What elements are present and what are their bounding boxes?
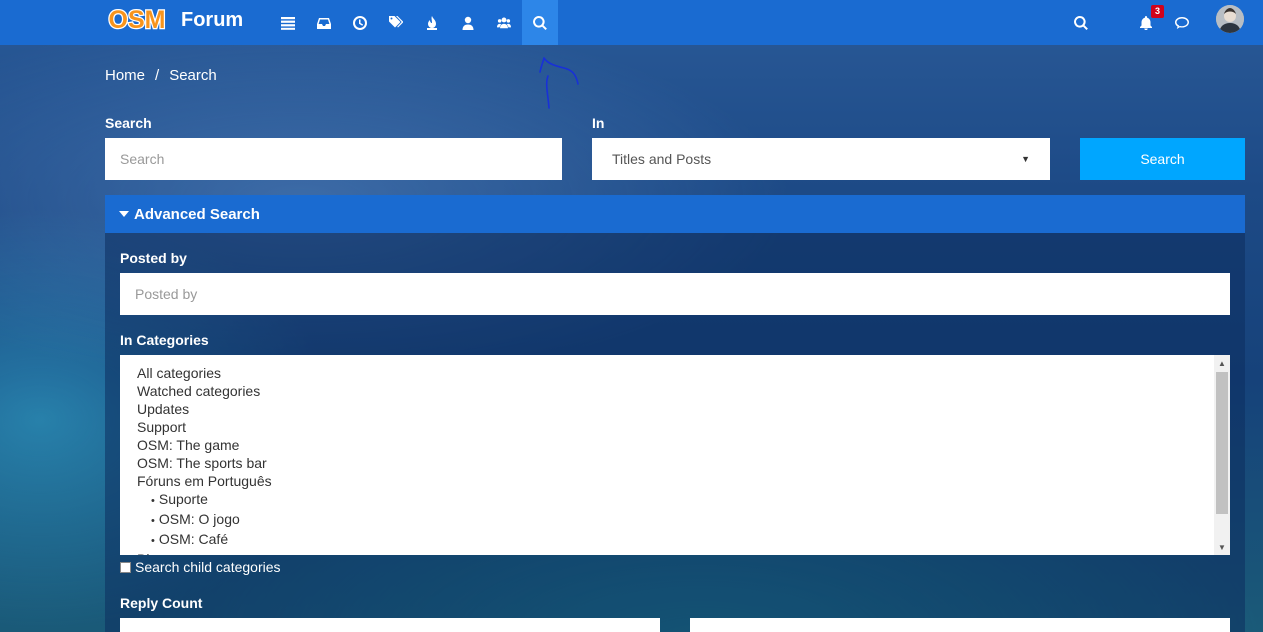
reply-count-filter-select[interactable] xyxy=(120,618,660,632)
categories-icon[interactable] xyxy=(270,0,306,45)
advanced-search-toggle[interactable]: Advanced Search xyxy=(105,195,1245,233)
categories-scrollbar[interactable]: ▲ ▼ xyxy=(1214,355,1230,555)
search-child-checkbox[interactable] xyxy=(120,561,131,573)
category-option[interactable]: OSM: The sports bar xyxy=(137,454,1230,472)
user-avatar[interactable] xyxy=(1216,5,1244,33)
users-icon[interactable] xyxy=(450,0,486,45)
search-label: Search xyxy=(105,115,152,131)
popular-icon[interactable] xyxy=(414,0,450,45)
annotation-scribble-icon xyxy=(539,57,579,109)
search-button[interactable]: Search xyxy=(1080,138,1245,180)
posted-by-label: Posted by xyxy=(120,250,187,266)
category-option[interactable]: All categories xyxy=(137,364,1230,382)
search-input[interactable] xyxy=(105,138,562,180)
avatar-image xyxy=(1216,5,1244,33)
category-option[interactable]: Watched categories xyxy=(137,382,1230,400)
advanced-search-title: Advanced Search xyxy=(134,205,260,223)
category-option[interactable]: Suporte xyxy=(137,490,1230,510)
scroll-down-arrow-icon[interactable]: ▼ xyxy=(1214,539,1230,555)
groups-icon[interactable] xyxy=(486,0,522,45)
category-option[interactable]: Fóruns em Português xyxy=(137,472,1230,490)
breadcrumb-separator: / xyxy=(155,67,160,84)
chat-icon[interactable] xyxy=(1164,0,1200,45)
osm-logo[interactable]: OSM xyxy=(105,4,169,34)
notification-badge: 3 xyxy=(1151,5,1165,18)
category-option[interactable]: Blog xyxy=(137,550,1230,555)
caret-down-icon xyxy=(119,211,129,217)
header-search-icon[interactable] xyxy=(1063,0,1099,45)
search-icon[interactable] xyxy=(522,0,558,45)
breadcrumb: Home / Search xyxy=(105,67,217,84)
reply-count-value-input[interactable] xyxy=(690,618,1230,632)
scrollbar-thumb[interactable] xyxy=(1216,372,1228,514)
reply-count-label: Reply Count xyxy=(120,595,203,611)
posted-by-input[interactable] xyxy=(120,273,1230,315)
tags-icon[interactable] xyxy=(378,0,414,45)
scroll-up-arrow-icon[interactable]: ▲ xyxy=(1214,355,1230,371)
category-option[interactable]: OSM: Café xyxy=(137,530,1230,550)
categories-multiselect[interactable]: All categories Watched categories Updates S… xyxy=(120,355,1230,555)
chevron-down-icon: ▼ xyxy=(1021,154,1030,164)
categories-list: All categories Watched categories Updates S… xyxy=(120,355,1230,555)
search-child-categories[interactable]: Search child categories xyxy=(120,559,281,575)
logo-text: OSM xyxy=(109,6,166,34)
search-in-label: In xyxy=(592,115,605,131)
breadcrumb-current: Search xyxy=(169,67,217,84)
unread-icon[interactable] xyxy=(306,0,342,45)
category-option[interactable]: OSM: The game xyxy=(137,436,1230,454)
category-option[interactable]: Support xyxy=(137,418,1230,436)
search-in-value: Titles and Posts xyxy=(612,151,712,167)
in-categories-label: In Categories xyxy=(120,332,209,348)
recent-icon[interactable] xyxy=(342,0,378,45)
top-navbar: OSM Forum 3 xyxy=(0,0,1263,45)
category-option[interactable]: OSM: O jogo xyxy=(137,510,1230,530)
search-in-select[interactable]: Titles and Posts ▼ xyxy=(592,138,1050,180)
brand-title[interactable]: Forum xyxy=(181,9,243,32)
search-child-label: Search child categories xyxy=(135,559,281,575)
breadcrumb-home[interactable]: Home xyxy=(105,67,145,84)
category-option[interactable]: Updates xyxy=(137,400,1230,418)
